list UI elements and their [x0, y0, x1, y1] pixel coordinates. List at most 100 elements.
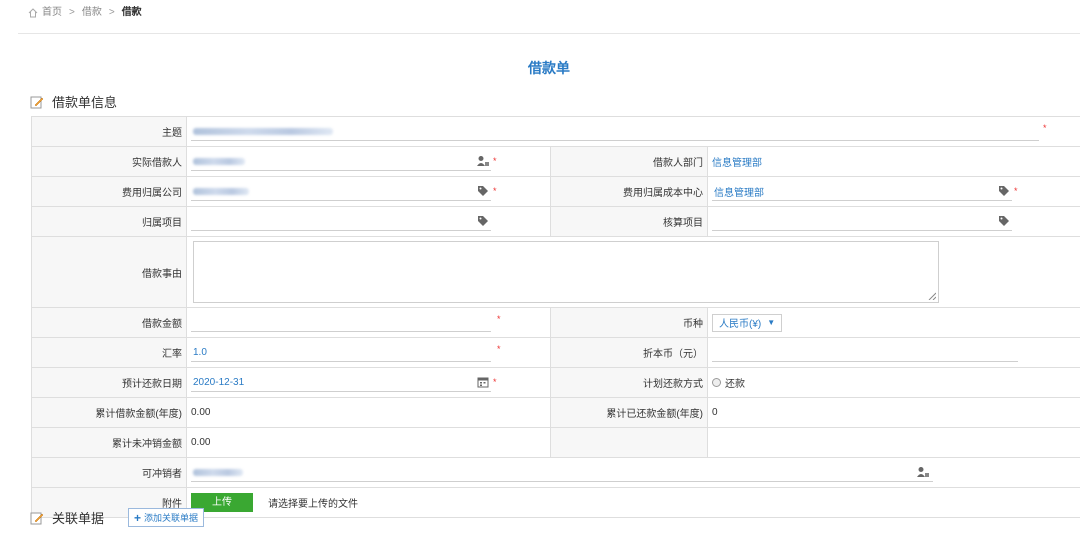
total-repaid-value: 0 [708, 398, 1080, 428]
upload-hint: 请选择要上传的文件 [268, 499, 358, 510]
repay-method-cell: 还款 [708, 368, 1080, 398]
subject-input[interactable] [191, 123, 1039, 141]
add-related-doc-label: 添加关联单据 [144, 511, 198, 524]
local-amount-input[interactable] [712, 344, 1018, 362]
reason-textarea[interactable] [193, 241, 939, 303]
breadcrumb-borrow[interactable]: 借款 [82, 6, 102, 20]
subject-cell: * [187, 117, 1080, 147]
repay-date-cell: 2020-12-31 * [187, 368, 551, 398]
tag-icon[interactable] [477, 215, 489, 227]
borrower-dept-value: 信息管理部 [712, 158, 762, 169]
amount-input[interactable] [191, 314, 491, 332]
borrower-label: 实际借款人 [32, 147, 187, 177]
total-borrowed-label: 累计借款金额(年度) [32, 398, 187, 428]
required-mark: * [1014, 186, 1018, 196]
tag-icon[interactable] [998, 215, 1010, 227]
tag-icon[interactable] [477, 185, 489, 197]
unoffset-value: 0.00 [187, 428, 551, 458]
form-row-borrower: 实际借款人 * 借款人部门 信息管理部 [32, 147, 1080, 177]
currency-select[interactable]: 人民币(¥) ▼ [712, 314, 782, 332]
section-title-info: 借款单信息 [52, 92, 117, 111]
offsetter-cell [187, 458, 1080, 488]
page-title: 借款单 [18, 58, 1080, 78]
offsetter-input[interactable] [191, 464, 933, 482]
project-label: 归属项目 [32, 207, 187, 237]
repay-date-input[interactable]: 2020-12-31 [191, 374, 491, 392]
company-label: 费用归属公司 [32, 177, 187, 207]
person-picker-icon[interactable] [917, 466, 929, 478]
form-row-totals: 累计借款金额(年度) 0.00 累计已还款金额(年度) 0 [32, 398, 1080, 428]
project-cell [187, 207, 551, 237]
form-row-subject: 主题 * [32, 117, 1080, 147]
rate-cell: 1.0 * [187, 338, 551, 368]
rate-value: 1.0 [193, 347, 207, 358]
resize-grip-icon[interactable] [928, 292, 936, 300]
form-row-unoffset: 累计未冲销金额 0.00 [32, 428, 1080, 458]
required-mark: * [493, 156, 497, 166]
rate-input[interactable]: 1.0 [191, 344, 491, 362]
form-row-company: 费用归属公司 * 费用归属成本中心 信息管理部 * [32, 177, 1080, 207]
empty-value-cell [708, 428, 1080, 458]
form-row-amount: 借款金额 * 币种 人民币(¥) ▼ [32, 308, 1080, 338]
empty-label-cell [551, 428, 708, 458]
pen-icon [30, 95, 44, 109]
home-icon [28, 8, 38, 18]
currency-value: 人民币(¥) [719, 315, 761, 330]
loan-form-table: 主题 * 实际借款人 * 借款人部门 信息管理部 [31, 116, 1080, 518]
required-mark: * [497, 344, 501, 354]
section-header-info: 借款单信息 [30, 92, 117, 111]
borrower-cell: * [187, 147, 551, 177]
company-cell: * [187, 177, 551, 207]
redacted-text [193, 158, 245, 165]
attachment-cell: 上传 请选择要上传的文件 [187, 488, 1080, 518]
company-input[interactable] [191, 183, 491, 201]
cost-center-input[interactable]: 信息管理部 [712, 183, 1012, 201]
required-mark: * [493, 186, 497, 196]
required-mark: * [493, 377, 497, 387]
total-borrowed-value: 0.00 [187, 398, 551, 428]
radio-circle-icon [712, 378, 721, 387]
breadcrumb-current: 借款 [122, 6, 142, 20]
cost-center-value: 信息管理部 [714, 184, 764, 199]
cost-center-label: 费用归属成本中心 [551, 177, 708, 207]
reason-cell [187, 237, 1080, 308]
form-row-project: 归属项目 核算项目 [32, 207, 1080, 237]
local-amount-cell [708, 338, 1080, 368]
plus-icon: + [134, 511, 141, 525]
breadcrumb: 首页 > 借款 > 借款 [28, 6, 142, 20]
borrower-dept-cell: 信息管理部 [708, 147, 1080, 177]
redacted-text [193, 469, 243, 476]
form-row-repay: 预计还款日期 2020-12-31 * 计划还款方式 还款 [32, 368, 1080, 398]
borrower-input[interactable] [191, 153, 491, 171]
calendar-icon[interactable] [477, 376, 489, 388]
add-related-doc-button[interactable]: + 添加关联单据 [128, 508, 204, 527]
local-amount-label: 折本币（元） [551, 338, 708, 368]
offsetter-label: 可冲销者 [32, 458, 187, 488]
form-row-offsetter: 可冲销者 [32, 458, 1080, 488]
account-item-input[interactable] [712, 213, 1012, 231]
required-mark: * [497, 314, 501, 324]
repay-method-label: 计划还款方式 [551, 368, 708, 398]
breadcrumb-home[interactable]: 首页 [42, 6, 62, 20]
account-item-cell [708, 207, 1080, 237]
rate-label: 汇率 [32, 338, 187, 368]
pen-icon [30, 511, 44, 525]
repay-date-label: 预计还款日期 [32, 368, 187, 398]
person-picker-icon[interactable] [477, 155, 489, 167]
repay-date-value: 2020-12-31 [193, 377, 244, 388]
breadcrumb-separator: > [109, 6, 115, 20]
project-input[interactable] [191, 213, 491, 231]
breadcrumb-separator: > [69, 6, 75, 20]
currency-cell: 人民币(¥) ▼ [708, 308, 1080, 338]
total-repaid-label: 累计已还款金额(年度) [551, 398, 708, 428]
repay-method-radio[interactable]: 还款 [712, 375, 745, 390]
redacted-text [193, 128, 333, 135]
amount-cell: * [187, 308, 551, 338]
form-row-reason: 借款事由 [32, 237, 1080, 308]
tag-icon[interactable] [998, 185, 1010, 197]
form-row-rate: 汇率 1.0 * 折本币（元） [32, 338, 1080, 368]
borrower-dept-label: 借款人部门 [551, 147, 708, 177]
dropdown-arrow-icon: ▼ [767, 318, 775, 327]
required-mark: * [1043, 123, 1047, 133]
section-title-related: 关联单据 [52, 508, 104, 527]
